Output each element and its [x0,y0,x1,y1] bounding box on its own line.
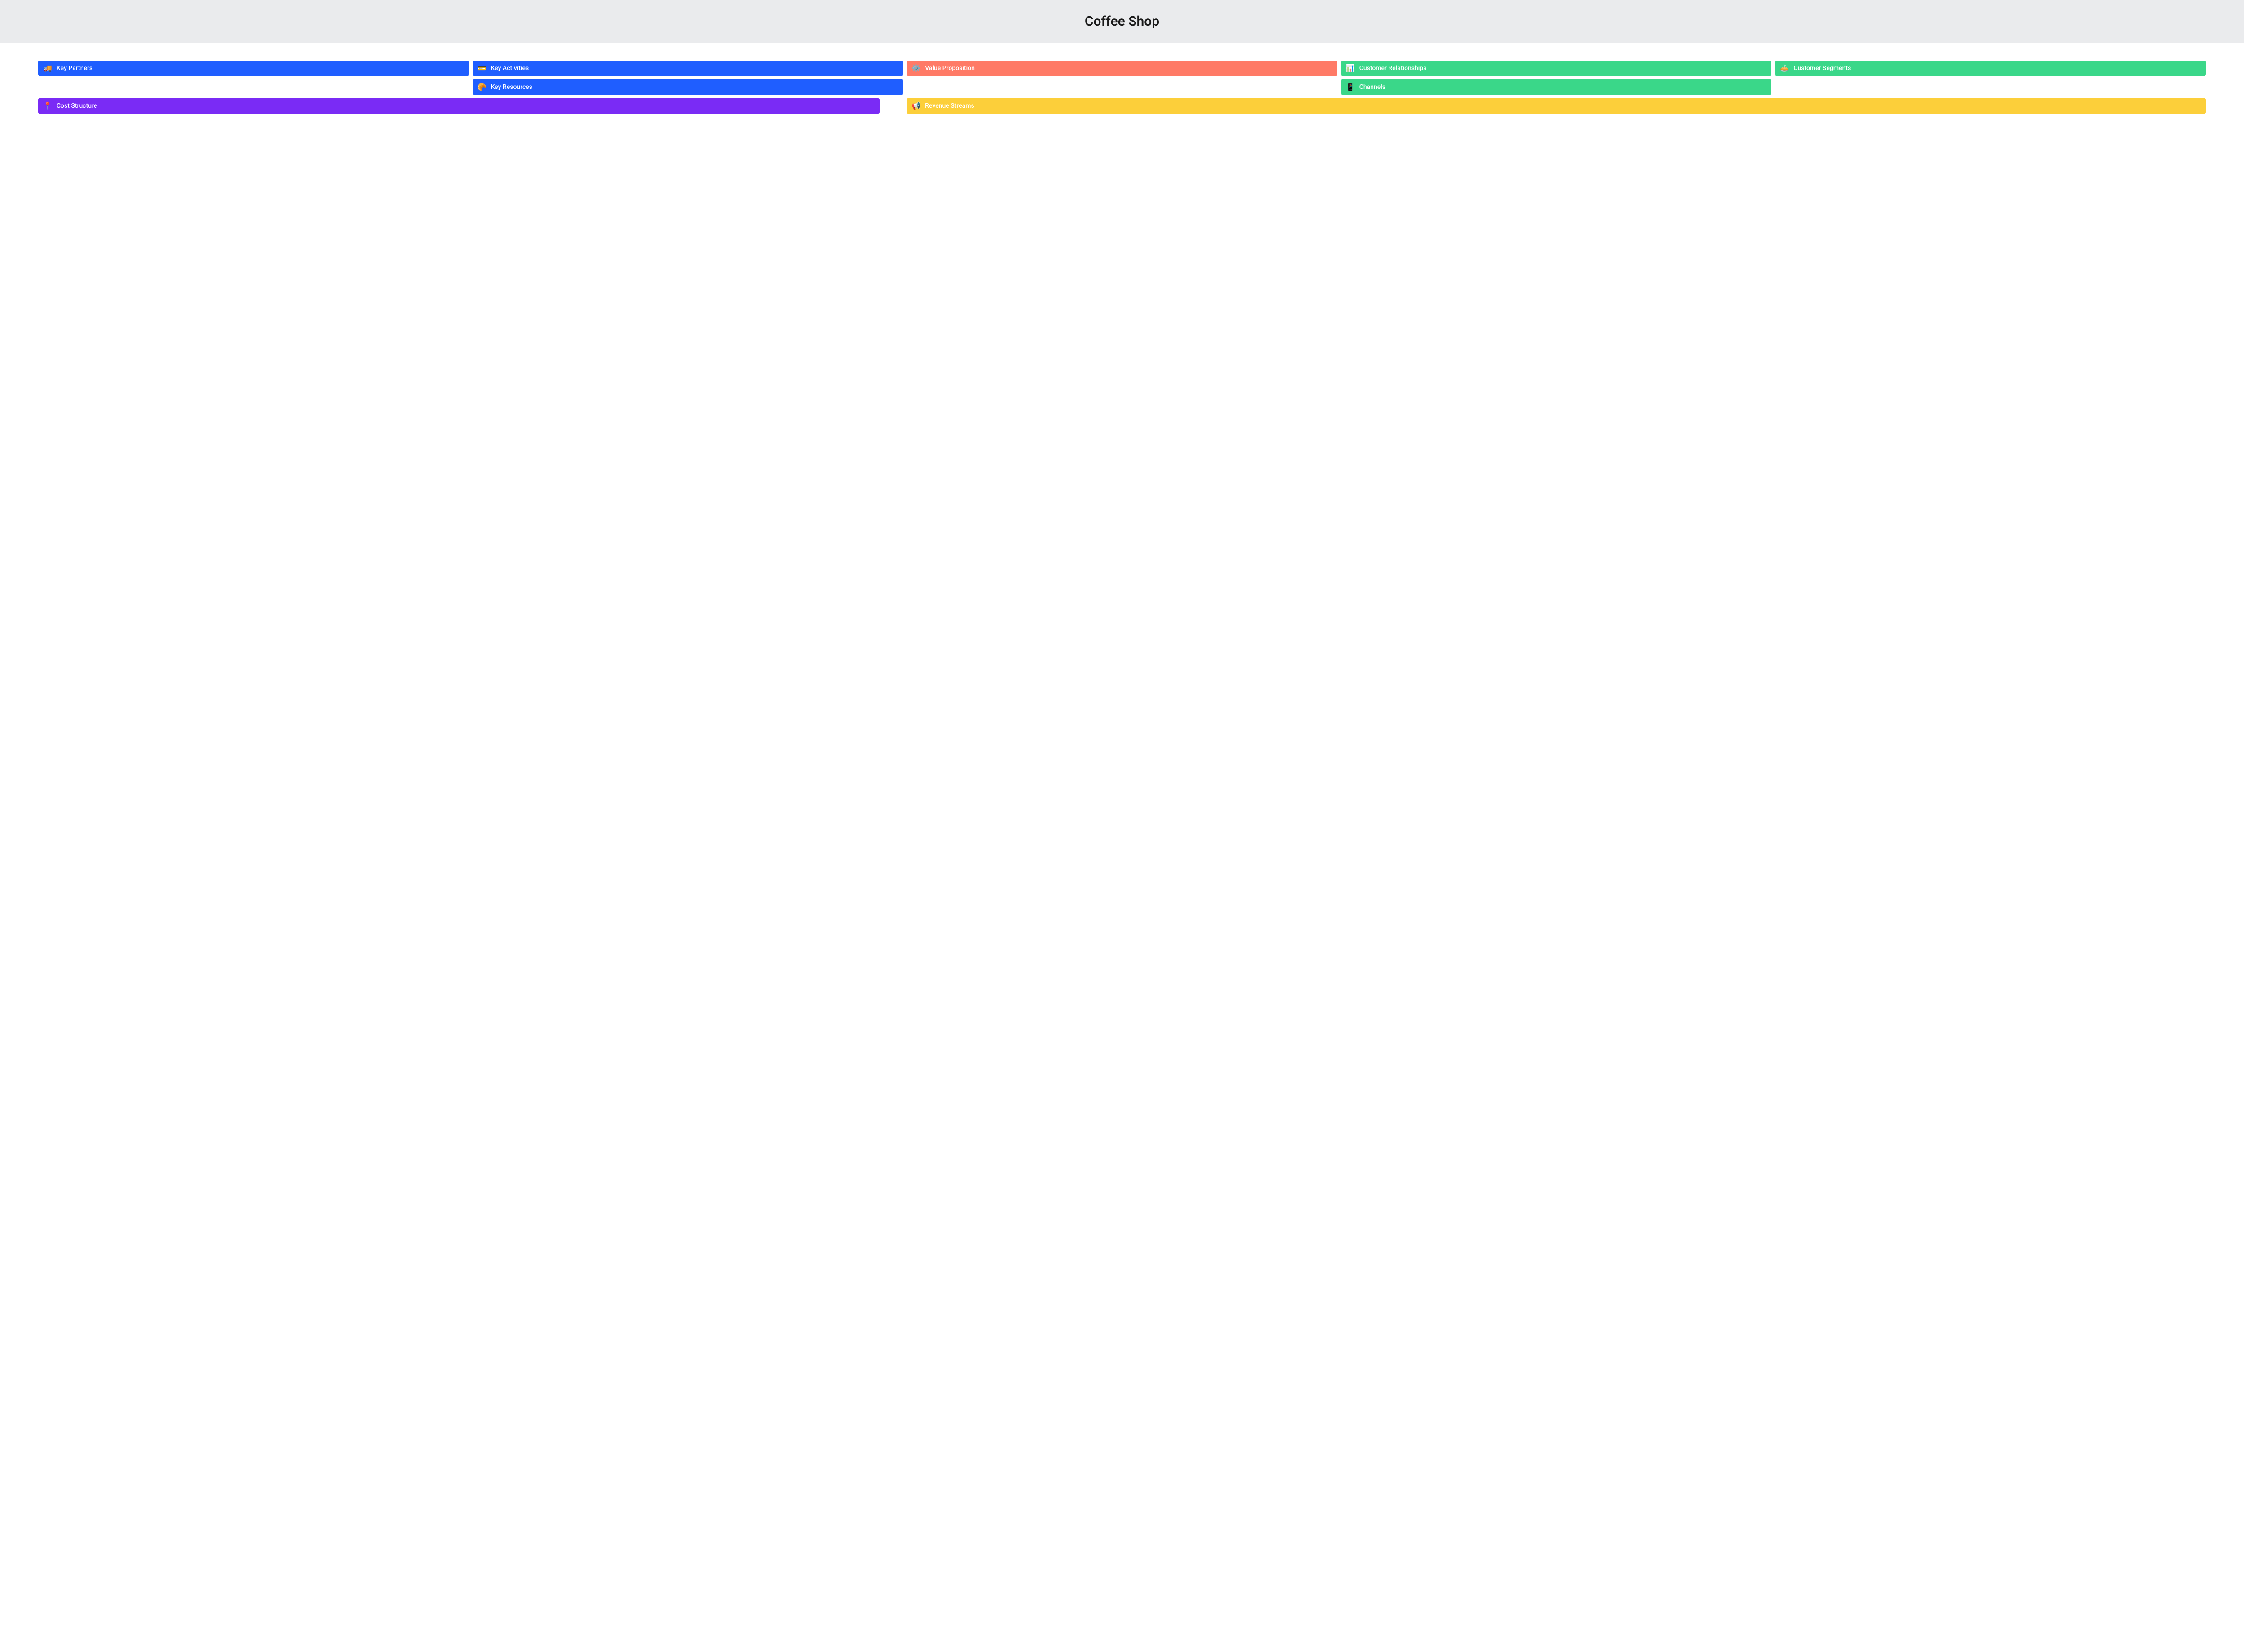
phone-icon: 📱 [1346,83,1355,91]
section-title: Channels [1359,83,1385,91]
section-header: 🚚 Key Partners [39,61,469,75]
pin-icon: 📍 [43,102,52,110]
section-header: 📊 Customer Relationships [1341,61,1771,75]
section-header: 📱 Channels [1341,80,1771,94]
section-header: 📢 Revenue Streams [907,99,2205,113]
pie-icon: 🥧 [1780,65,1789,72]
business-model-canvas: 🚚 Key Partners Coffee bean suppliers Equ… [0,43,2244,131]
gear-icon: ⚙️ [912,65,920,72]
section-title: Customer Relationships [1359,65,1427,72]
card-icon: 💳 [478,65,486,72]
megaphone-icon: 📢 [912,102,920,110]
section-customer-segments: 🥧 Customer Segments Young adults Profess… [1775,61,2206,76]
section-key-partners: 🚚 Key Partners Coffee bean suppliers Equ… [38,61,469,76]
section-value-proposition: ⚙️ Value Proposition Offer high-quality … [907,61,1337,76]
section-key-activities: 💳 Key Activities Roast coffee beans Crea… [473,61,903,76]
section-header: 🥐 Key Resources [473,80,903,94]
section-title: Key Activities [491,65,529,72]
section-cost-structure: 📍 Cost Structure Labor costs Rent for of… [38,98,880,114]
section-key-resources: 🥐 Key Resources Premium coffee beans Tra… [473,79,903,95]
section-customer-relationships: 📊 Customer Relationships Provide persona… [1341,61,1772,76]
section-header: ⚙️ Value Proposition [907,61,1337,75]
section-title: Cost Structure [57,102,97,110]
croissant-icon: 🥐 [478,83,486,91]
page-header: Coffee Shop [0,0,2244,43]
section-header: 💳 Key Activities [473,61,903,75]
section-header: 🥧 Customer Segments [1775,61,2205,75]
section-header: 📍 Cost Structure [39,99,879,113]
page-title: Coffee Shop [0,13,2244,29]
truck-icon: 🚚 [43,65,52,72]
section-channels: 📱 Channels Brick and mortar stores Mobil… [1341,79,1772,95]
section-revenue-streams: 📢 Revenue Streams Sell coffee and food p… [907,98,2206,114]
chart-icon: 📊 [1346,65,1355,72]
section-title: Customer Segments [1793,65,1851,72]
section-title: Key Partners [57,65,92,72]
section-title: Value Proposition [925,65,975,72]
section-title: Key Resources [491,83,533,91]
section-title: Revenue Streams [925,102,974,110]
